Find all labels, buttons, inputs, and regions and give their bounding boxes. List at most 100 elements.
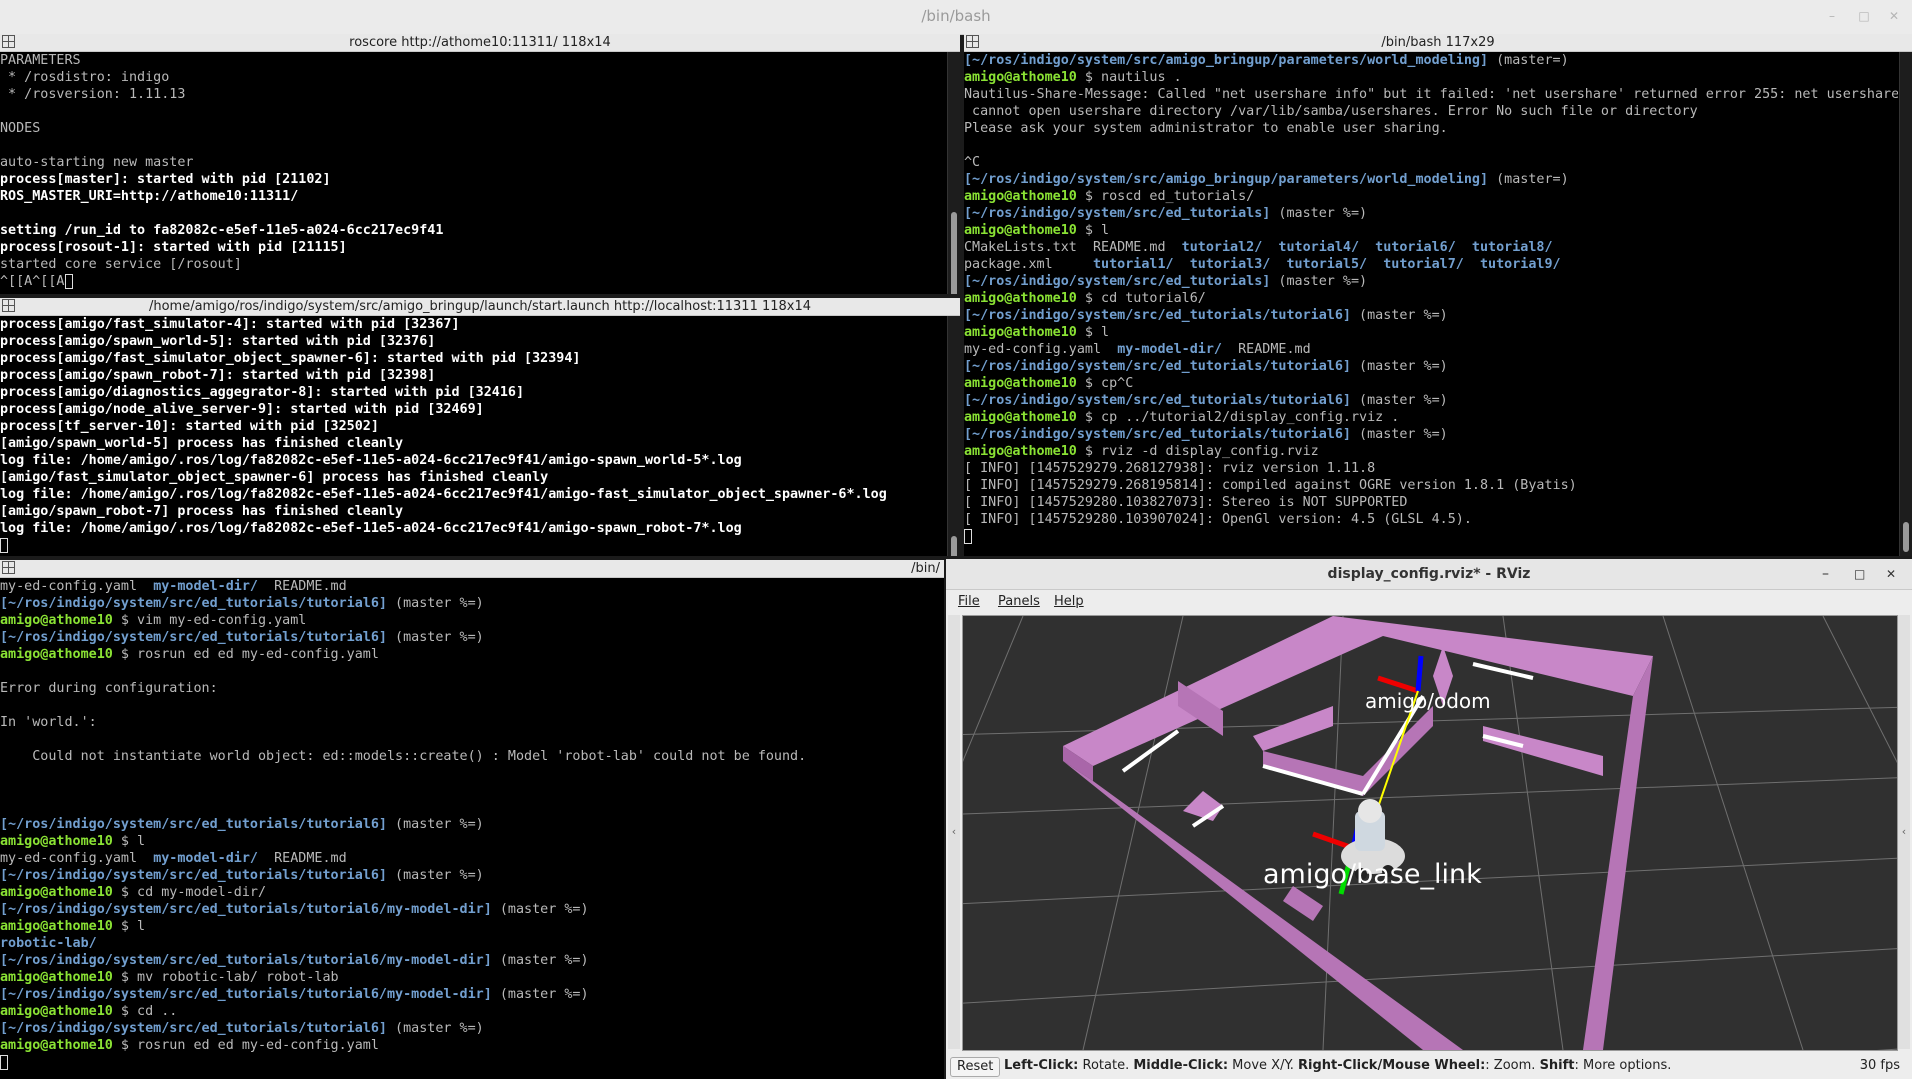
- command-text: $ cd tutorial6/: [1076, 291, 1206, 306]
- file-entry: package.xml: [964, 257, 1093, 272]
- file-entry: [1464, 257, 1480, 272]
- maximize-icon[interactable]: □: [1854, 559, 1865, 589]
- line-text: * /rosversion: 1.11.13: [0, 87, 186, 102]
- terminal-pane-bottom[interactable]: /bin/ my-ed-config.yaml my-model-dir/ RE…: [0, 560, 944, 1079]
- git-branch: (master %=): [1350, 427, 1448, 442]
- output-text: In 'world.':: [0, 715, 97, 730]
- terminal-line: [~/ros/indigo/system/src/ed_tutorials/tu…: [0, 901, 944, 918]
- terminal-line: Please ask your system administrator to …: [964, 120, 1898, 137]
- cursor: [964, 528, 972, 544]
- close-icon[interactable]: ✕: [1886, 559, 1896, 589]
- file-entry: CMakeLists.txt README.md: [964, 240, 1182, 255]
- scrollbar[interactable]: [1899, 52, 1912, 556]
- terminal-line: log file: /home/amigo/.ros/log/fa82082c-…: [0, 486, 946, 503]
- menu-file[interactable]: File: [958, 594, 980, 609]
- terminal-line: log file: /home/amigo/.ros/log/fa82082c-…: [0, 452, 946, 469]
- line-text: process[amigo/spawn_robot-7]: started wi…: [0, 368, 436, 383]
- pane-title-launch: /home/amigo/ros/indigo/system/src/amigo_…: [0, 298, 960, 316]
- terminal-line: PARAMETERS: [0, 52, 946, 69]
- terminal-pane-roscore[interactable]: roscore http://athome10:11311/ 118x14 PA…: [0, 34, 960, 294]
- terminal-line: process[master]: started with pid [21102…: [0, 171, 946, 188]
- scrollbar[interactable]: [947, 52, 960, 294]
- rviz-window[interactable]: display_config.rviz* - RViz – □ ✕ File P…: [946, 559, 1912, 1079]
- pane-grid-icon[interactable]: [2, 299, 15, 312]
- hint-key: Left-Click:: [1004, 1058, 1079, 1073]
- terminal-line: [ INFO] [1457529280.103827073]: Stereo i…: [964, 494, 1898, 511]
- terminal-output[interactable]: process[amigo/fast_simulator-4]: started…: [0, 316, 946, 556]
- close-icon[interactable]: ✕: [1886, 8, 1902, 24]
- prompt-path: [~/ros/indigo/system/src/ed_tutorials]: [964, 206, 1271, 221]
- terminal-line: amigo@athome10 $ l: [0, 918, 944, 935]
- menu-help[interactable]: Help: [1054, 594, 1084, 609]
- pane-grid-icon[interactable]: [2, 561, 15, 574]
- terminal-line: process[amigo/fast_simulator-4]: started…: [0, 316, 946, 333]
- output-text: Nautilus-Share-Message: Called "net user…: [964, 87, 1898, 102]
- scrollbar-thumb[interactable]: [951, 212, 957, 294]
- mouse-hint: Left-Click: Rotate. Middle-Click: Move X…: [1004, 1053, 1671, 1079]
- terminal-line: Error during configuration:: [0, 680, 944, 697]
- terminal-output[interactable]: [~/ros/indigo/system/src/amigo_bringup/p…: [964, 52, 1898, 556]
- terminal-line: [~/ros/indigo/system/src/ed_tutorials/tu…: [964, 426, 1898, 443]
- scrollbar-thumb[interactable]: [951, 536, 957, 556]
- file-entry: my-ed-config.yaml: [0, 579, 154, 594]
- terminal-line: amigo@athome10 $ rosrun ed ed my-ed-conf…: [0, 1037, 944, 1054]
- dir-entry: my-model-dir/: [153, 851, 258, 866]
- menu-panels[interactable]: Panels: [998, 594, 1040, 609]
- file-entry: [1456, 240, 1472, 255]
- pane-title-right: /bin/bash 117x29: [964, 34, 1912, 52]
- prompt-user: amigo@athome10: [964, 70, 1077, 85]
- terminal-line: [0, 1054, 944, 1071]
- prompt-path: [~/ros/indigo/system/src/ed_tutorials/tu…: [0, 868, 387, 883]
- terminal-line: process[amigo/spawn_robot-7]: started wi…: [0, 367, 946, 384]
- dir-entry: tutorial4/: [1278, 240, 1360, 255]
- prompt-path: [~/ros/indigo/system/src/ed_tutorials/tu…: [964, 393, 1351, 408]
- output-text: Error during configuration:: [0, 681, 218, 696]
- terminal-output[interactable]: PARAMETERS * /rosdistro: indigo * /rosve…: [0, 52, 946, 294]
- line-text: log file: /home/amigo/.ros/log/fa82082c-…: [0, 453, 742, 468]
- minimize-icon[interactable]: –: [1822, 559, 1829, 589]
- frame-label-odom: amigo/odom: [1365, 689, 1491, 713]
- terminal-line: ROS_MASTER_URI=http://athome10:11311/: [0, 188, 946, 205]
- terminal-output[interactable]: my-ed-config.yaml my-model-dir/ README.m…: [0, 578, 944, 1079]
- terminal-pane-right[interactable]: /bin/bash 117x29 [~/ros/indigo/system/sr…: [964, 34, 1912, 556]
- terminal-pane-launch[interactable]: /home/amigo/ros/indigo/system/src/amigo_…: [0, 298, 960, 556]
- prompt-user: amigo@athome10: [964, 223, 1077, 238]
- rviz-3d-view[interactable]: amigo/odom amigo/base_link: [962, 615, 1898, 1051]
- line-text: auto-starting new master: [0, 155, 194, 170]
- terminal-line: [~/ros/indigo/system/src/ed_tutorials/tu…: [964, 358, 1898, 375]
- terminal-line: amigo@athome10 $ l: [964, 324, 1898, 341]
- prompt-user: amigo@athome10: [964, 444, 1077, 459]
- pane-grid-icon[interactable]: [2, 35, 15, 48]
- terminal-line: cannot open usershare directory /var/lib…: [964, 103, 1898, 120]
- terminal-line: [~/ros/indigo/system/src/ed_tutorials/tu…: [0, 629, 944, 646]
- scene-svg[interactable]: [963, 616, 1897, 1050]
- prompt-user: amigo@athome10: [964, 325, 1077, 340]
- file-entry: [1270, 257, 1286, 272]
- terminal-line: amigo@athome10 $ nautilus .: [964, 69, 1898, 86]
- line-text: process[amigo/fast_simulator_object_spaw…: [0, 351, 581, 366]
- minimize-icon[interactable]: –: [1824, 8, 1840, 24]
- scrollbar-thumb[interactable]: [1903, 522, 1909, 552]
- command-text: $ mv robotic-lab/ robot-lab: [112, 970, 339, 985]
- reset-button[interactable]: Reset: [950, 1057, 1001, 1077]
- terminal-line: [~/ros/indigo/system/src/ed_tutorials/tu…: [0, 1020, 944, 1037]
- dir-entry: tutorial3/: [1189, 257, 1271, 272]
- prompt-user: amigo@athome10: [0, 834, 113, 849]
- line-text: ROS_MASTER_URI=http://athome10:11311/: [0, 189, 299, 204]
- output-text: [ INFO] [1457529280.103827073]: Stereo i…: [964, 495, 1408, 510]
- scrollbar[interactable]: [947, 316, 960, 556]
- left-panel-toggle[interactable]: ‹: [948, 615, 960, 1049]
- output-text: [ INFO] [1457529280.103907024]: OpenGl v…: [964, 512, 1472, 527]
- prompt-path: [~/ros/indigo/system/src/ed_tutorials/tu…: [0, 817, 387, 832]
- right-panel-toggle[interactable]: ‹: [1898, 615, 1910, 1049]
- dir-entry: tutorial7/: [1383, 257, 1464, 272]
- pane-grid-icon[interactable]: [966, 35, 979, 48]
- line-text: [amigo/spawn_robot-7] process has finish…: [0, 504, 404, 519]
- command-text: $ l: [112, 834, 146, 849]
- maximize-icon[interactable]: □: [1856, 8, 1872, 24]
- prompt-user: amigo@athome10: [964, 189, 1077, 204]
